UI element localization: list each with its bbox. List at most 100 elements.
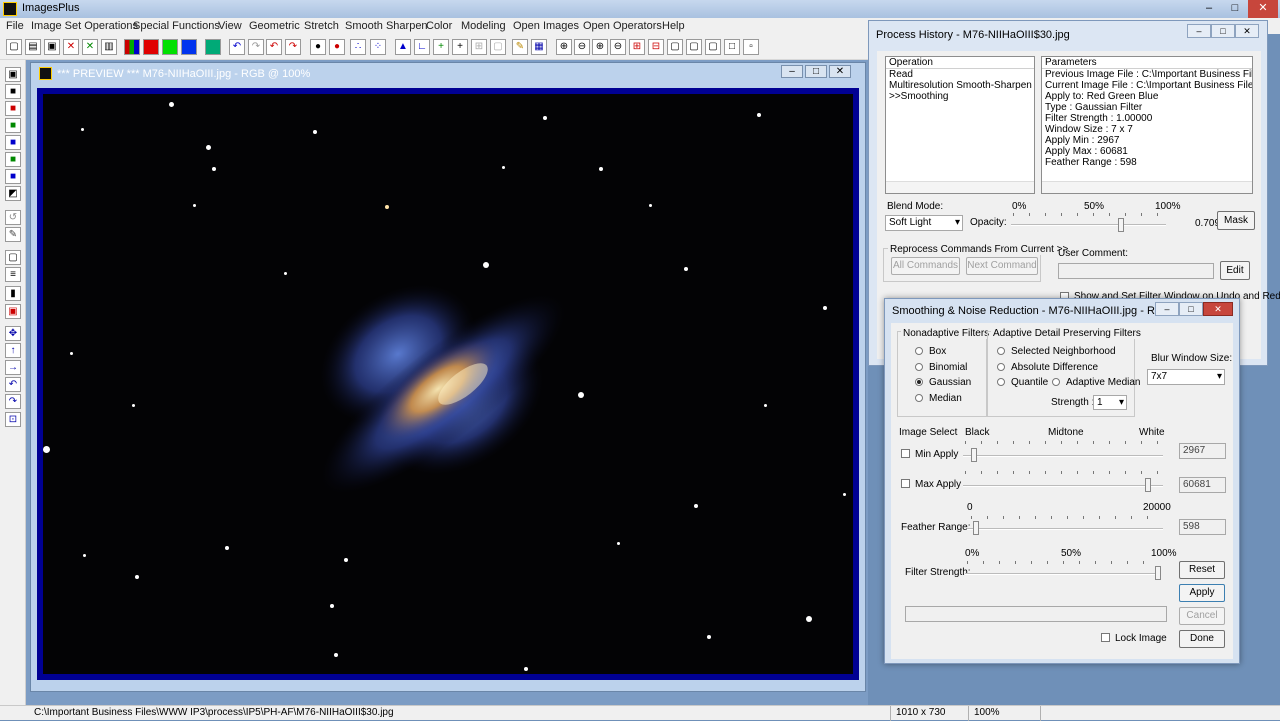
pencil-icon[interactable]: ✎ xyxy=(512,39,528,55)
opacity-slider-track[interactable] xyxy=(1011,224,1166,226)
operation-item[interactable]: >>Smoothing xyxy=(886,91,1034,102)
median-radio[interactable] xyxy=(915,394,923,402)
rotate-left-icon[interactable]: ↶ xyxy=(5,377,21,392)
levels-tool-icon[interactable]: ▮ xyxy=(5,286,21,301)
minimize-button[interactable]: – xyxy=(1196,0,1222,18)
absolute-difference-radio[interactable] xyxy=(997,363,1005,371)
move-points-icon[interactable]: ⁘ xyxy=(370,39,386,55)
crop-tool-icon[interactable]: ▣ xyxy=(5,304,21,319)
preview-close-button[interactable]: ✕ xyxy=(829,65,851,78)
undo-icon[interactable]: ↶ xyxy=(229,39,245,55)
adaptive-median-radio[interactable] xyxy=(1052,378,1060,386)
zoom-out-icon[interactable]: ⊖ xyxy=(574,39,590,55)
green-channel-icon[interactable] xyxy=(162,39,178,55)
operation-item[interactable]: Read xyxy=(886,69,1034,80)
edit-button[interactable]: Edit xyxy=(1220,261,1250,280)
green-channel-tool-icon[interactable]: ■ xyxy=(5,152,21,167)
menu-open-operators[interactable]: Open Operators xyxy=(583,20,662,32)
scatter-icon[interactable]: ∴ xyxy=(350,39,366,55)
black-square-icon[interactable]: ■ xyxy=(5,84,21,99)
redo-icon[interactable]: ↷ xyxy=(248,39,264,55)
red-channel-icon[interactable] xyxy=(143,39,159,55)
all-commands-button[interactable]: All Commands xyxy=(891,257,960,275)
close-button[interactable]: ✕ xyxy=(1248,0,1278,18)
lock-image-checkbox[interactable] xyxy=(1101,633,1110,642)
parameters-list[interactable]: Parameters Previous Image File : C:\Impo… xyxy=(1041,56,1253,194)
undo-red-icon[interactable]: ↶ xyxy=(266,39,282,55)
frame-icon[interactable]: ▢ xyxy=(490,39,506,55)
arrow-up-icon[interactable]: ↑ xyxy=(5,343,21,358)
select-tool-icon[interactable]: ▢ xyxy=(5,250,21,265)
window-1-icon[interactable]: ▢ xyxy=(667,39,683,55)
opacity-slider-thumb[interactable] xyxy=(1117,218,1124,232)
max-apply-thumb[interactable] xyxy=(1145,478,1151,492)
filter-strength-thumb[interactable] xyxy=(1155,566,1161,580)
circle-red-icon[interactable]: ● xyxy=(329,39,345,55)
menu-stretch[interactable]: Stretch xyxy=(304,20,339,32)
remove-window-icon[interactable]: ⊟ xyxy=(648,39,664,55)
feather-track[interactable] xyxy=(967,528,1163,530)
done-button[interactable]: Done xyxy=(1179,630,1225,648)
parameters-scrollbar[interactable] xyxy=(1042,181,1252,193)
smoothing-close-button[interactable]: ✕ xyxy=(1203,302,1233,316)
window-3-icon[interactable]: ▢ xyxy=(705,39,721,55)
window-4-icon[interactable]: □ xyxy=(724,39,740,55)
min-apply-value[interactable]: 2967 xyxy=(1179,443,1226,459)
blue-square-icon[interactable]: ■ xyxy=(5,135,21,150)
menu-help[interactable]: Help xyxy=(662,20,685,32)
blue-channel-icon[interactable] xyxy=(181,39,197,55)
menu-special-functions[interactable]: Special Functions xyxy=(133,20,220,32)
plus-icon[interactable]: + xyxy=(433,39,449,55)
history-maximize-button[interactable]: □ xyxy=(1211,24,1235,38)
history-minimize-button[interactable]: – xyxy=(1187,24,1211,38)
undo-left-icon[interactable]: ↺ xyxy=(5,210,21,225)
grid-icon[interactable] xyxy=(205,39,221,55)
operation-item[interactable]: Multiresolution Smooth-Sharpen xyxy=(886,80,1034,91)
apply-button[interactable]: Apply xyxy=(1179,584,1225,602)
move-tool-icon[interactable]: ✥ xyxy=(5,326,21,341)
redo-red-icon[interactable]: ↷ xyxy=(285,39,301,55)
crosshair-icon[interactable]: + xyxy=(452,39,468,55)
next-command-button[interactable]: Next Command xyxy=(966,257,1038,275)
arrow-right-icon[interactable]: → xyxy=(5,360,21,375)
blur-window-select[interactable]: 7x7 ▾ xyxy=(1147,369,1225,385)
smoothing-maximize-button[interactable]: □ xyxy=(1179,302,1203,316)
rgb-channels-icon[interactable] xyxy=(124,39,140,55)
menu-color[interactable]: Color xyxy=(426,20,452,32)
histogram-icon[interactable]: ▲ xyxy=(395,39,411,55)
green-square-icon[interactable]: ■ xyxy=(5,118,21,133)
max-apply-checkbox[interactable] xyxy=(901,479,910,488)
operation-list[interactable]: Operation Read Multiresolution Smooth-Sh… xyxy=(885,56,1035,194)
filter-strength-track[interactable] xyxy=(965,573,1161,575)
binomial-radio[interactable] xyxy=(915,363,923,371)
bars-tool-icon[interactable]: ≡ xyxy=(5,267,21,282)
menu-file[interactable]: File xyxy=(6,20,24,32)
open-folder-icon[interactable]: ▤ xyxy=(25,39,41,55)
user-comment-field[interactable] xyxy=(1058,263,1214,279)
history-close-button[interactable]: ✕ xyxy=(1235,24,1259,38)
blend-mode-select[interactable]: Soft Light ▾ xyxy=(885,215,963,231)
table-icon[interactable]: ▦ xyxy=(531,39,547,55)
max-apply-track[interactable] xyxy=(963,485,1163,487)
close-image-icon[interactable]: ✕ xyxy=(63,39,79,55)
mono-tool-icon[interactable]: ◩ xyxy=(5,186,21,201)
selected-neighborhood-radio[interactable] xyxy=(997,347,1005,355)
red-square-icon[interactable]: ■ xyxy=(5,101,21,116)
zoom-small-icon[interactable]: ⊖ xyxy=(610,39,626,55)
preview-maximize-button[interactable]: □ xyxy=(805,65,827,78)
smoothing-window[interactable]: Smoothing & Noise Reduction - M76-NIIHaO… xyxy=(884,298,1240,664)
window-2-icon[interactable]: ▢ xyxy=(686,39,702,55)
menu-modeling[interactable]: Modeling xyxy=(461,20,506,32)
min-apply-checkbox[interactable] xyxy=(901,449,910,458)
nebula-image[interactable] xyxy=(43,94,853,674)
menu-view[interactable]: View xyxy=(218,20,242,32)
gaussian-radio[interactable] xyxy=(915,378,923,386)
save-icon[interactable]: ▣ xyxy=(44,39,60,55)
flip-tool-icon[interactable]: ⊡ xyxy=(5,412,21,427)
menu-image-set-operations[interactable]: Image Set Operations xyxy=(31,20,138,32)
close-all-icon[interactable]: ✕ xyxy=(82,39,98,55)
copy-icon[interactable]: ▥ xyxy=(101,39,117,55)
menu-open-images[interactable]: Open Images xyxy=(513,20,579,32)
feather-range-value[interactable]: 598 xyxy=(1179,519,1226,535)
operation-scrollbar[interactable] xyxy=(886,181,1034,193)
